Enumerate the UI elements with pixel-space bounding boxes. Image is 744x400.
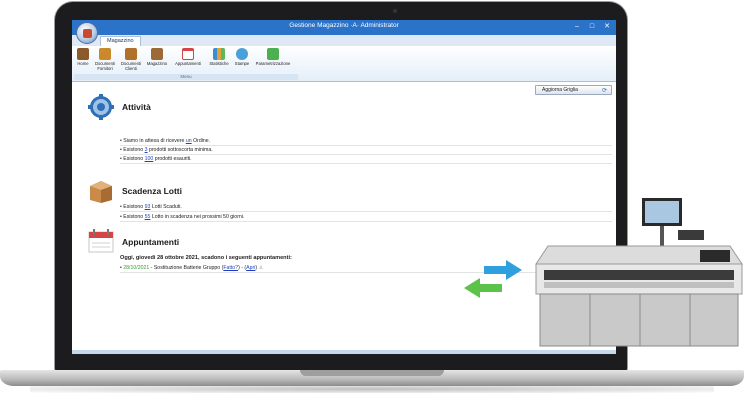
window-titlebar: Gestione Magazzino ·A· Administrator – □… [72,20,616,35]
ribbon-print-button[interactable]: Stampe [233,48,251,74]
sync-arrows-icon [464,260,522,298]
supplier-docs-icon [99,48,111,60]
gear-icon [88,94,114,120]
lab-analyzer-machine [535,198,743,347]
settings-icon [267,48,279,60]
webcam [393,9,397,13]
home-icon [77,48,89,60]
calendar-icon [88,229,114,253]
section-title-appuntamenti: Appuntamenti [122,237,180,247]
appointment-open-link[interactable]: Apri [246,265,255,271]
section-title-attivita: Attività [122,102,151,112]
laptop-notch [300,370,444,376]
laptop-shadow [30,385,714,393]
app-menu-orb-icon[interactable] [76,22,98,44]
list-item: • Esistono 100 prodotti esauriti. [120,155,612,164]
appointment-done-link[interactable]: Fatto? [223,265,238,271]
user-icon: ♙ [258,265,264,271]
refresh-grid-button[interactable]: Aggiorna Griglia ⟳ [535,85,612,95]
ribbon-calendar-button[interactable]: Appuntamenti [171,48,205,74]
minimize-button[interactable]: – [570,21,584,33]
list-item: • Esistono 3 prodotti sottoscorta minima… [120,146,612,155]
ribbon-settings-button[interactable]: Parametrizzazione [252,48,294,74]
refresh-icon: ⟳ [601,88,607,94]
window-title: Gestione Magazzino ·A· Administrator [289,22,399,29]
ribbon-group-label: Menu [74,74,298,80]
ribbon-supplier-docs-button[interactable]: Documenti Fornitori [92,48,118,74]
list-item: • Siamo in attesa di ricevere un Ordine. [120,137,612,146]
calendar-icon [182,48,194,60]
print-icon [236,48,248,60]
appointment-date: 28/10/2021 [123,265,150,271]
ribbon-tab-row: Magazzino [72,35,616,46]
maximize-button[interactable]: □ [585,21,599,33]
soldout-link[interactable]: 100 [145,156,154,162]
ribbon-statistics-button[interactable]: Statistiche [206,48,232,74]
tab-magazzino[interactable]: Magazzino [100,36,141,46]
box-icon [90,181,112,203]
client-docs-icon [125,48,137,60]
statistics-icon [213,48,225,60]
ribbon-warehouse-button[interactable]: Magazzino [144,48,170,74]
ribbon-client-docs-button[interactable]: Documenti Clienti [119,48,143,74]
ribbon-group-menu: Home Documenti Fornitori Documenti Clien… [74,47,298,80]
marketing-scene: Gestione Magazzino ·A· Administrator – □… [0,0,744,400]
warehouse-icon [151,48,163,60]
close-button[interactable]: ✕ [600,21,614,33]
status-strip [72,350,616,354]
ribbon: Home Documenti Fornitori Documenti Clien… [72,46,616,82]
section-title-lotti: Scadenza Lotti [122,186,182,196]
ribbon-home-button[interactable]: Home [76,48,90,74]
